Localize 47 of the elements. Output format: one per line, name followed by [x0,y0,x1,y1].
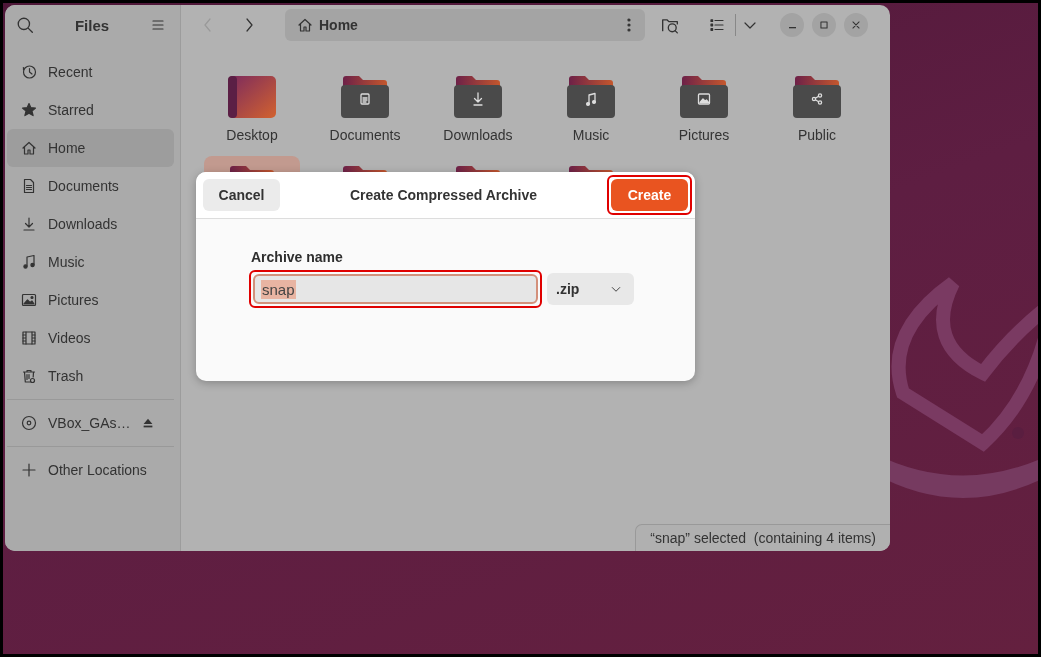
film-icon [21,330,37,346]
folder-search-icon[interactable] [661,16,679,34]
folder-item[interactable]: Pictures [656,66,752,156]
folder-item[interactable]: Music [543,66,639,156]
window-title: Files [74,16,110,34]
path-bar[interactable]: Home [285,9,645,41]
home-icon [297,17,313,33]
sidebar-item[interactable]: Downloads [7,205,174,243]
folder-item[interactable]: Documents [317,66,413,156]
status-bar: “snap” selected (containing 4 items) [635,524,890,551]
picture-icon [21,292,37,308]
music-note-icon [21,254,37,270]
sidebar-item[interactable]: Home [7,129,174,167]
sidebar-item[interactable]: Other Locations [7,451,174,489]
home-icon [21,140,37,156]
sidebar-item[interactable]: VBox_GAs… [7,404,174,442]
disc-icon [21,415,37,431]
document-icon [21,178,37,194]
menu-icon [150,17,166,33]
folder-item[interactable]: Public [769,66,865,156]
sidebar-item[interactable]: Pictures [7,281,174,319]
create-button[interactable]: Create [611,179,688,211]
sidebar-item[interactable]: Recent [7,53,174,91]
download-icon [21,216,37,232]
plus-icon [21,462,37,478]
input-field[interactable]: snap [253,274,538,304]
list-view-icon[interactable] [709,17,725,33]
folder-item[interactable]: Desktop [204,66,300,156]
desktop-folder-icon [228,75,276,119]
folder-item[interactable]: Downloads [430,66,526,156]
minimize-icon [788,27,796,29]
sidebar-item[interactable]: Documents [7,167,174,205]
maximize-button[interactable] [812,13,836,37]
path-segment[interactable]: Home [319,17,358,33]
clock-icon [21,64,37,80]
star-icon [21,102,37,118]
search-icon [16,16,34,34]
sidebar-item[interactable]: Starred [7,91,174,129]
sidebar-item[interactable]: Videos [7,319,174,357]
sidebar-item[interactable]: Trash [7,357,174,395]
close-icon [849,18,863,32]
trash-icon [21,368,37,384]
dialog-title: Create Compressed Archive [349,187,538,203]
field-label: Archive name [251,249,344,265]
sidebar-item[interactable]: Music [7,243,174,281]
maximize-icon [817,18,831,32]
format-dropdown[interactable]: .zip [547,273,634,305]
